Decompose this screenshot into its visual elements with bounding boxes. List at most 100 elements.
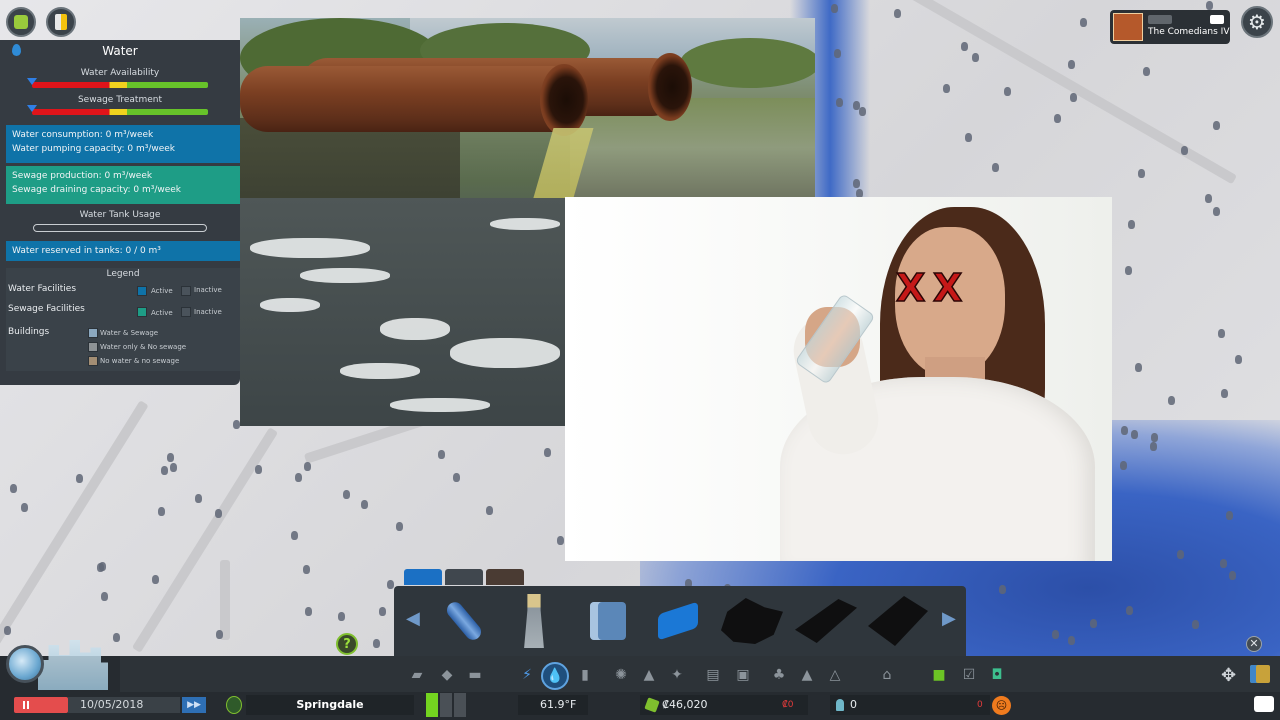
unique-buildings-icon[interactable]: ◘ bbox=[988, 666, 1006, 684]
map-tree bbox=[379, 607, 386, 616]
map-tree bbox=[859, 107, 866, 116]
water-tank-usage-label: Water Tank Usage bbox=[79, 210, 161, 220]
sewage-draining-capacity: Sewage draining capacity: 0 m³/week bbox=[12, 185, 182, 195]
map-overview-icon[interactable] bbox=[1250, 665, 1270, 683]
help-button[interactable]: ? bbox=[336, 633, 358, 655]
radio-widget[interactable]: The Comedians IV bbox=[1110, 10, 1230, 44]
map-tree bbox=[1090, 619, 1097, 628]
map-tree bbox=[1229, 571, 1236, 580]
map-tree bbox=[1125, 266, 1132, 275]
panel-header: Water bbox=[0, 40, 240, 62]
map-tree bbox=[343, 490, 350, 499]
landscaping-icon[interactable]: ⌂ bbox=[878, 666, 896, 684]
legend: Legend Water Facilities Active Inactive … bbox=[6, 268, 240, 371]
map-tree bbox=[894, 9, 901, 18]
sewage-stats-box: Sewage production: 0 m³/week Sewage drai… bbox=[6, 166, 240, 204]
speed-button[interactable]: ▶▶ bbox=[182, 697, 206, 713]
photo-foam bbox=[390, 398, 490, 412]
map-tree bbox=[438, 450, 445, 459]
healthcare-icon[interactable]: ✺ bbox=[612, 666, 630, 684]
map-tree bbox=[101, 592, 108, 601]
tab-water-pipes[interactable] bbox=[404, 569, 442, 585]
garbage-icon[interactable]: ▮ bbox=[576, 666, 594, 684]
tab-heating[interactable] bbox=[486, 569, 524, 585]
water-pumping-service-tool[interactable] bbox=[866, 592, 930, 650]
temperature: 61.9°F bbox=[518, 695, 588, 715]
city-name[interactable]: Springdale bbox=[246, 695, 414, 715]
volume-icon[interactable] bbox=[1148, 15, 1172, 24]
map-tree bbox=[1235, 355, 1242, 364]
fire-icon[interactable]: ▲ bbox=[640, 666, 658, 684]
map-tree bbox=[373, 639, 380, 648]
map-tree bbox=[1206, 1, 1213, 10]
map-tree bbox=[10, 484, 17, 493]
water-stats-box: Water consumption: 0 m³/week Water pumpi… bbox=[6, 125, 240, 163]
info-views-icon bbox=[55, 14, 67, 30]
radio-toggle-icon[interactable] bbox=[1210, 15, 1224, 24]
map-tree bbox=[338, 612, 345, 621]
water-drain-pipe-tool[interactable] bbox=[646, 592, 710, 650]
population-change: 0 bbox=[977, 700, 983, 710]
city-info-icon[interactable] bbox=[226, 696, 242, 714]
map-tree bbox=[1054, 114, 1061, 123]
map-tree bbox=[834, 49, 841, 58]
map-tree bbox=[233, 420, 240, 429]
public-transport-icon[interactable]: ▣ bbox=[734, 666, 752, 684]
radio-station-name: The Comedians IV bbox=[1148, 27, 1230, 37]
electricity-icon[interactable]: ⚡ bbox=[518, 666, 536, 684]
milestone-icon bbox=[14, 15, 28, 29]
free-camera-icon[interactable]: ✥ bbox=[1221, 665, 1236, 686]
chirper-icon[interactable] bbox=[1254, 696, 1274, 712]
water-tank-usage-bar bbox=[33, 224, 207, 232]
water-icon[interactable]: 💧 bbox=[541, 662, 569, 690]
game-date: 10/05/2018 bbox=[68, 697, 180, 713]
photo-bush bbox=[680, 38, 815, 88]
map-tree bbox=[1143, 67, 1150, 76]
zoning-icon[interactable]: ◆ bbox=[438, 666, 456, 684]
map-tree bbox=[291, 531, 298, 540]
parks-icon[interactable]: ♣ bbox=[770, 666, 788, 684]
monuments-icon[interactable]: ▲ bbox=[798, 666, 816, 684]
map-tree bbox=[361, 500, 368, 509]
economy-icon[interactable]: ■ bbox=[930, 666, 948, 684]
large-water-facility-tool[interactable] bbox=[794, 592, 858, 650]
scroll-left-icon[interactable]: ◀ bbox=[406, 608, 420, 629]
map-tree bbox=[1070, 93, 1077, 102]
water-pipe-tool[interactable] bbox=[432, 592, 496, 650]
settings-button[interactable]: ⚙ bbox=[1241, 6, 1273, 38]
map-tree bbox=[21, 503, 28, 512]
water-pumping-capacity: Water pumping capacity: 0 m³/week bbox=[12, 144, 176, 154]
city-skyline-icon[interactable] bbox=[38, 640, 108, 690]
map-tree bbox=[961, 42, 968, 51]
water-tower-tool[interactable] bbox=[502, 592, 566, 650]
map-tree bbox=[965, 133, 972, 142]
unlock-milestones-button[interactable] bbox=[6, 7, 36, 37]
meter-indicator-icon bbox=[27, 78, 37, 85]
disasters-icon[interactable]: △ bbox=[826, 666, 844, 684]
globe-icon[interactable] bbox=[6, 645, 44, 683]
water-treatment-plant-tool[interactable] bbox=[720, 592, 784, 650]
meter-indicator-icon bbox=[27, 105, 37, 112]
tab-water-buildings[interactable] bbox=[445, 569, 483, 585]
close-tray-button[interactable]: ✕ bbox=[1246, 636, 1262, 652]
photo-foam bbox=[490, 218, 560, 230]
map-tree bbox=[992, 163, 999, 172]
districts-icon[interactable]: ▬ bbox=[466, 666, 484, 684]
map-tree bbox=[453, 473, 460, 482]
map-tree bbox=[1080, 18, 1087, 27]
population[interactable]: 0 bbox=[830, 695, 990, 715]
water-pumping-station-tool[interactable] bbox=[576, 592, 640, 650]
water-drain-pipe-icon bbox=[658, 601, 698, 641]
education-icon[interactable]: ▤ bbox=[704, 666, 722, 684]
map-tree bbox=[1150, 442, 1157, 451]
legend-inactive-label: Inactive bbox=[194, 308, 222, 316]
roads-icon[interactable]: ▰ bbox=[408, 666, 426, 684]
legend-inactive-label: Inactive bbox=[194, 286, 222, 294]
police-icon[interactable]: ✦ bbox=[668, 666, 686, 684]
legend-swatch-sewage-inactive bbox=[181, 307, 191, 317]
map-tree bbox=[1205, 194, 1212, 203]
policies-icon[interactable]: ☑ bbox=[960, 666, 978, 684]
pause-button[interactable] bbox=[14, 697, 68, 713]
info-views-button[interactable] bbox=[46, 7, 76, 37]
scroll-right-icon[interactable]: ▶ bbox=[942, 608, 956, 629]
